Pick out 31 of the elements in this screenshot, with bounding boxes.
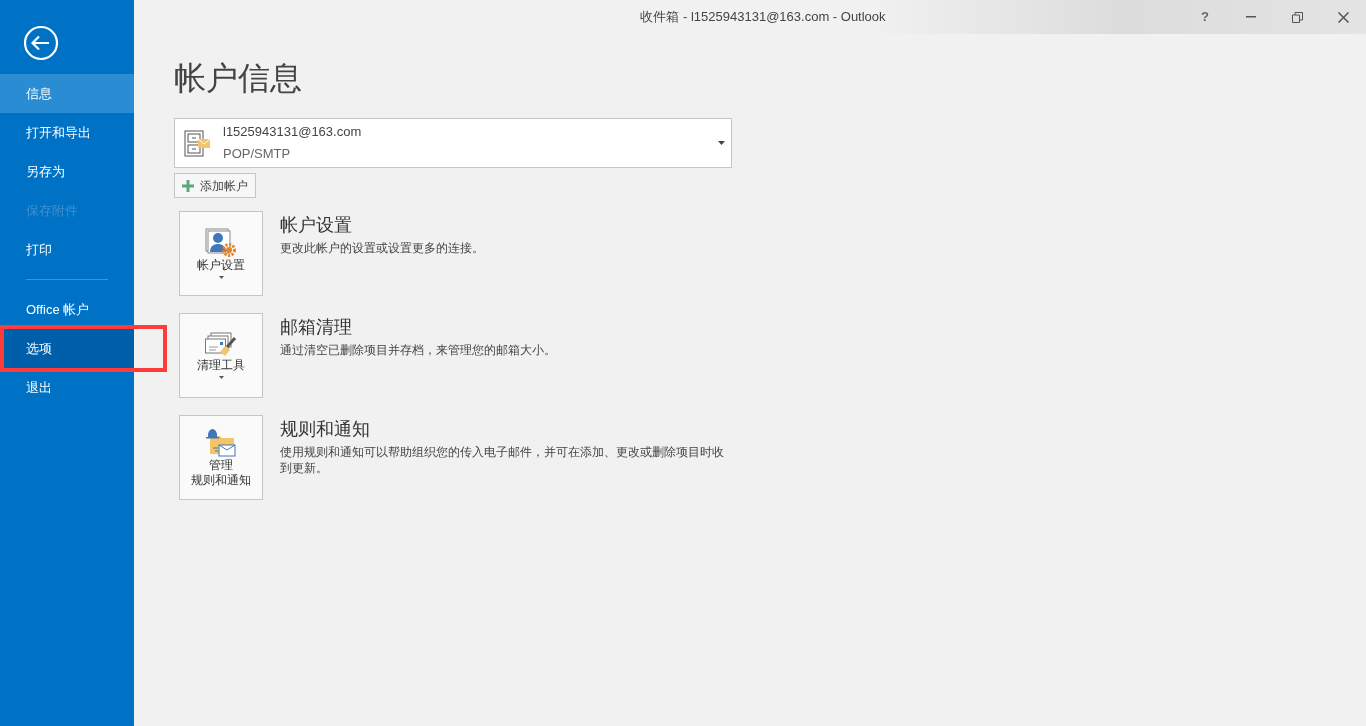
sidebar-item[interactable]: 另存为 — [0, 152, 134, 191]
account-type: POP/SMTP — [223, 145, 292, 162]
settings-button[interactable]: 帐户设置 — [179, 211, 263, 296]
close-icon — [1337, 11, 1349, 23]
help-button[interactable]: ? — [1182, 1, 1228, 33]
caret-icon — [718, 141, 725, 145]
sidebar-item[interactable]: 信息 — [0, 74, 134, 113]
plus-icon — [182, 179, 194, 192]
mail-cabinet-icon — [183, 128, 211, 158]
user-gear-icon — [205, 228, 237, 258]
section-title: 邮箱清理 — [280, 316, 353, 339]
rules-button[interactable]: 管理 规则和通知 — [179, 415, 263, 500]
page-title: 帐户信息 — [174, 62, 303, 94]
restore-icon — [1291, 11, 1303, 23]
section-title: 帐户设置 — [280, 214, 353, 237]
sidebar-item[interactable]: 打开和导出 — [0, 113, 134, 152]
section-description: 通过清空已删除项目并存档，来管理您的邮箱大小。 — [280, 343, 557, 358]
add-account-button[interactable]: 添加帐户 — [174, 173, 256, 198]
window-title: 收件箱 - l1525943131@163.com - Outlook — [640, 8, 886, 27]
section-title: 规则和通知 — [280, 418, 371, 441]
section-description: 使用规则和通知可以帮助组织您的传入电子邮件，并可在添加、更改或删除项目时收到更新。 — [280, 445, 725, 476]
bell-folder-icon — [205, 427, 237, 458]
section-description: 更改此帐户的设置或设置更多的连接。 — [280, 241, 485, 256]
sidebar-item[interactable]: 打印 — [0, 230, 134, 269]
mail-broom-icon — [205, 332, 237, 358]
sidebar-item[interactable]: 退出 — [0, 368, 134, 407]
account-dropdown[interactable]: l1525943131@163.com POP/SMTP — [174, 118, 732, 168]
minimize-icon — [1246, 16, 1256, 18]
account-email: l1525943131@163.com — [223, 124, 363, 141]
cleanup-button[interactable]: 清理工具 — [179, 313, 263, 398]
sidebar-item[interactable]: Office 帐户 — [0, 290, 134, 329]
